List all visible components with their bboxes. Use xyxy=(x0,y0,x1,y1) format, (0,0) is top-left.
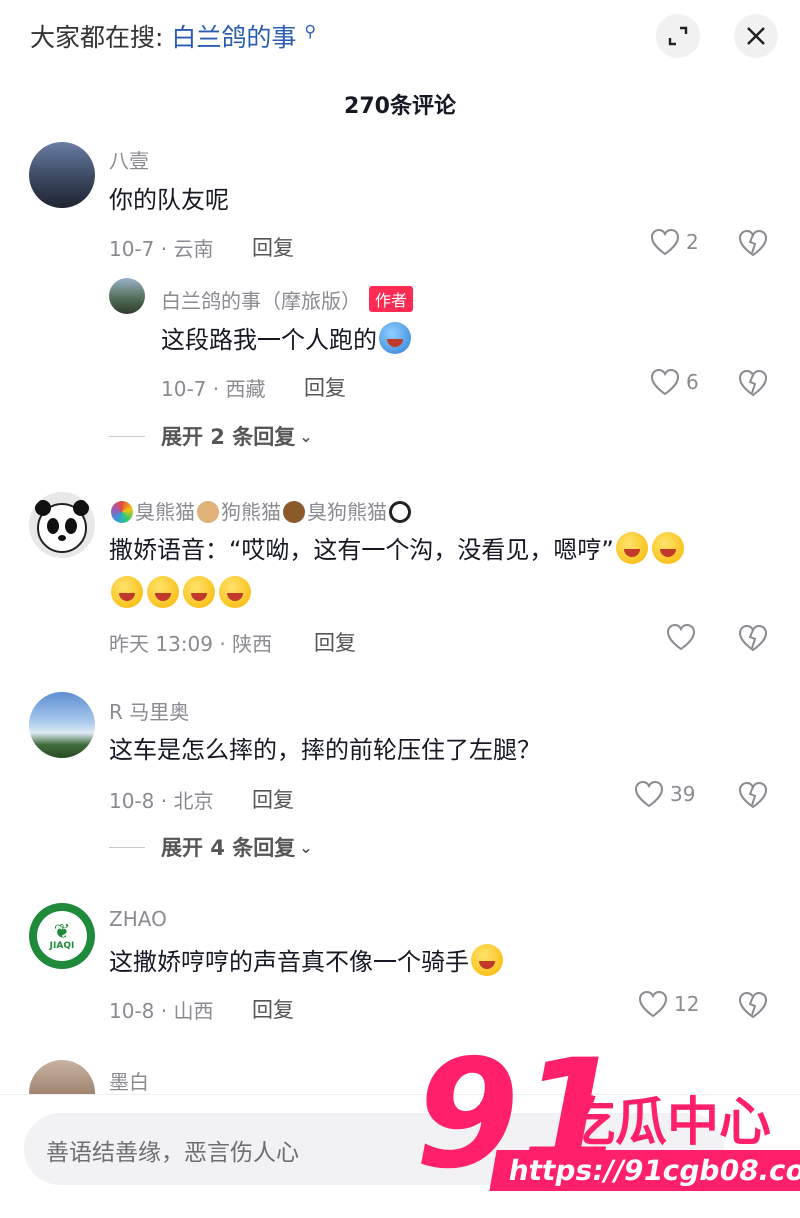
close-icon xyxy=(747,27,765,45)
comment-text: 这撒娇哼哼的声音真不像一个骑手 xyxy=(109,940,505,984)
expand-replies-label: 展开 2 条回复 xyxy=(161,425,296,449)
leaf-logo: ❦ JIAQI xyxy=(37,911,87,961)
reply-text: 这段路我一个人跑的 xyxy=(161,318,413,362)
laughing-emoji-icon xyxy=(147,576,179,608)
header: 大家都在搜: 白兰鸽的事 ⚲ xyxy=(0,0,800,72)
like-button[interactable]: 6 xyxy=(650,368,699,396)
reply-button[interactable]: 回复 xyxy=(252,232,294,262)
laughing-emoji-icon xyxy=(183,576,215,608)
like-button[interactable] xyxy=(666,623,696,651)
like-count: 2 xyxy=(686,230,699,254)
reply-button[interactable]: 回复 xyxy=(314,627,356,657)
rainbow-icon xyxy=(111,501,133,523)
avatar[interactable] xyxy=(29,142,95,208)
watermark-url: https://91cgb08.com xyxy=(489,1150,800,1191)
watermark-text: 吃瓜中心 xyxy=(563,1093,772,1153)
dislike-button[interactable] xyxy=(738,624,768,652)
input-placeholder: 善语结善缘，恶言伤人心 xyxy=(46,1140,299,1166)
divider xyxy=(109,435,145,437)
comment-meta: 10-8 · 山西 xyxy=(109,999,214,1023)
like-button[interactable]: 39 xyxy=(634,780,695,808)
search-icon: ⚲ xyxy=(304,21,317,41)
comment-text-content: 这撒娇哼哼的声音真不像一个骑手 xyxy=(109,948,469,976)
close-button[interactable] xyxy=(734,14,778,58)
watermark-logo: 91 吃瓜中心 https://91cgb08.com xyxy=(415,1040,800,1218)
emoji-icon xyxy=(379,322,411,354)
comment-text: 这车是怎么摔的，摔的前轮压住了左腿？ xyxy=(109,736,541,764)
comment-text: 撒娇语音：“哎呦，这有一个沟，没看见，嗯哼” xyxy=(109,528,779,616)
broken-heart-icon xyxy=(738,229,768,257)
reply-button[interactable]: 回复 xyxy=(304,372,346,402)
comment-count-title: 270条评论 xyxy=(344,94,456,119)
heart-icon xyxy=(650,368,680,396)
search-prefix: 大家都在搜: xyxy=(30,23,164,52)
like-count: 12 xyxy=(674,992,700,1016)
heart-icon xyxy=(666,623,696,651)
like-button[interactable]: 2 xyxy=(650,228,699,256)
crying-laughing-emoji-icon xyxy=(471,944,503,976)
reply-author-name: 白兰鸽的事（摩旅版） xyxy=(161,289,361,313)
comment-author[interactable]: R 马里奥 xyxy=(109,696,189,725)
comment-meta: 10-7 · 云南 xyxy=(109,237,214,261)
avatar[interactable]: ❦ JIAQI xyxy=(29,903,95,969)
comment-author[interactable]: 墨白 xyxy=(109,1066,149,1095)
avatar[interactable] xyxy=(29,692,95,758)
avatar[interactable] xyxy=(109,278,145,314)
heart-icon xyxy=(638,990,668,1018)
comment-author[interactable]: 八壹 xyxy=(109,145,149,174)
reply-meta: 10-7 · 西藏 xyxy=(161,377,266,401)
broken-heart-icon xyxy=(738,369,768,397)
laughing-emoji-icon xyxy=(219,576,251,608)
broken-heart-icon xyxy=(738,991,768,1019)
comment-text: 你的队友呢 xyxy=(109,186,229,214)
author-name-part: 臭熊猫 xyxy=(135,500,195,524)
panda-icon xyxy=(389,501,411,523)
like-button[interactable]: 12 xyxy=(638,990,699,1018)
laughing-emoji-icon xyxy=(651,532,684,564)
broken-heart-icon xyxy=(738,624,768,652)
author-name-part: 臭狗熊猫 xyxy=(307,500,387,524)
dog-icon xyxy=(197,501,219,523)
like-count: 6 xyxy=(686,370,699,394)
laughing-emoji-icon xyxy=(111,576,143,608)
reply-button[interactable]: 回复 xyxy=(252,784,294,814)
panda-icon xyxy=(35,500,89,553)
comment-meta: 昨天 13:09 · 陕西 xyxy=(109,632,273,656)
logo-text: JIAQI xyxy=(49,941,75,951)
like-count: 39 xyxy=(670,782,696,806)
chevron-down-icon: ⌄ xyxy=(299,426,313,446)
expand-icon xyxy=(668,26,688,46)
heart-icon xyxy=(634,780,664,808)
divider xyxy=(109,846,145,848)
expand-replies-label: 展开 4 条回复 xyxy=(161,836,296,860)
heart-icon xyxy=(650,228,680,256)
dislike-button[interactable] xyxy=(738,369,768,397)
dislike-button[interactable] xyxy=(738,991,768,1019)
dislike-button[interactable] xyxy=(738,229,768,257)
dislike-button[interactable] xyxy=(738,781,768,809)
expand-replies-button[interactable]: 展开 2 条回复 ⌄ xyxy=(109,421,313,451)
reply-text-content: 这段路我一个人跑的 xyxy=(161,326,377,354)
search-term-link[interactable]: 白兰鸽的事 xyxy=(171,23,296,52)
comment-meta: 10-8 · 北京 xyxy=(109,789,214,813)
leaf-icon: ❦ xyxy=(53,919,71,943)
chevron-down-icon: ⌄ xyxy=(299,837,313,857)
expand-button[interactable] xyxy=(656,14,700,58)
reply-author[interactable]: 白兰鸽的事（摩旅版） 作者 xyxy=(161,285,414,314)
comment-author[interactable]: 臭熊猫 狗熊猫 臭狗熊猫 xyxy=(109,496,413,525)
bear-icon xyxy=(283,501,305,523)
comment-author[interactable]: ZHAO xyxy=(109,907,167,931)
reply-button[interactable]: 回复 xyxy=(252,994,294,1024)
search-suggestion[interactable]: 大家都在搜: 白兰鸽的事 ⚲ xyxy=(30,18,316,54)
broken-heart-icon xyxy=(738,781,768,809)
avatar[interactable] xyxy=(29,492,95,558)
expand-replies-button[interactable]: 展开 4 条回复 ⌄ xyxy=(109,832,313,862)
author-name-part: 狗熊猫 xyxy=(221,500,281,524)
author-badge: 作者 xyxy=(369,286,414,312)
comment-text-content: 撒娇语音：“哎呦，这有一个沟，没看见，嗯哼” xyxy=(109,536,614,564)
laughing-emoji-icon xyxy=(615,532,648,564)
